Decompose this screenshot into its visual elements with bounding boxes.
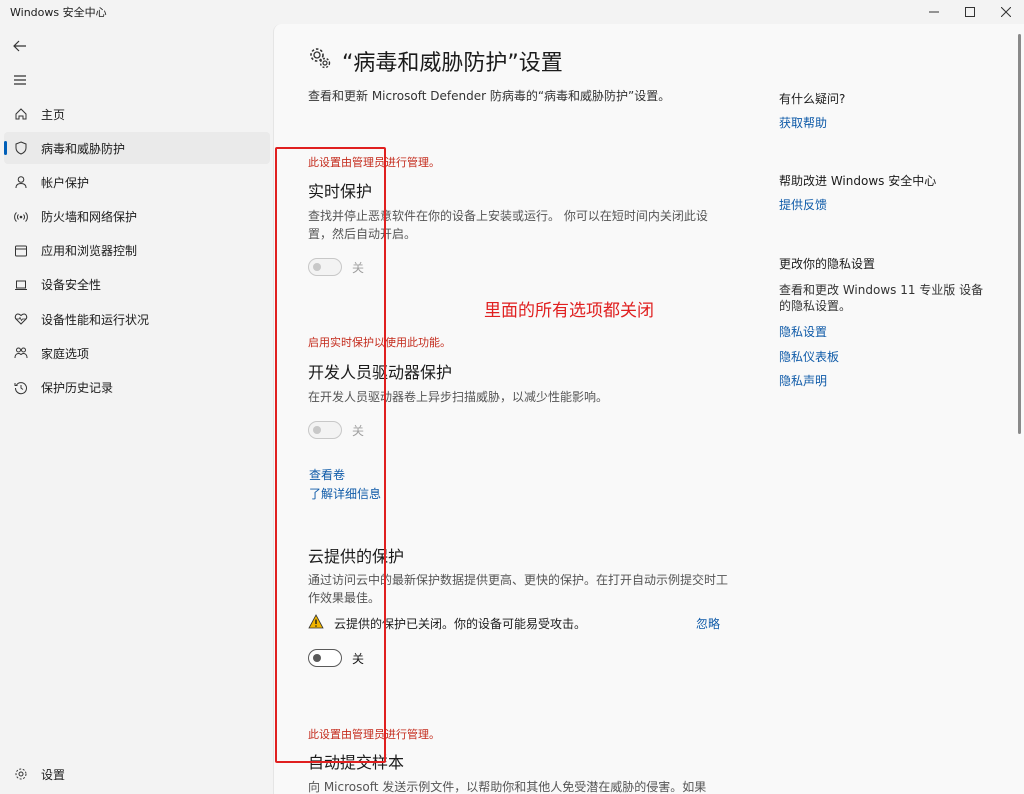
sidebar-item-account[interactable]: 帐户保护 bbox=[4, 166, 270, 198]
family-icon bbox=[13, 345, 29, 361]
hamburger-icon[interactable] bbox=[8, 70, 32, 90]
wireless-icon bbox=[13, 209, 29, 225]
privacy-dashboard-link[interactable]: 隐私仪表板 bbox=[779, 348, 839, 365]
privacy-heading: 更改你的隐私设置 bbox=[779, 257, 876, 271]
close-icon[interactable] bbox=[988, 0, 1024, 24]
sidebar-item-home[interactable]: 主页 bbox=[4, 98, 270, 130]
privacy-settings-link[interactable]: 隐私设置 bbox=[779, 323, 827, 340]
sidebar-item-history[interactable]: 保护历史记录 bbox=[4, 372, 270, 404]
sidebar-item-app-browser[interactable]: 应用和浏览器控制 bbox=[4, 235, 270, 267]
person-icon bbox=[13, 174, 29, 190]
sidebar-item-settings[interactable]: 设置 bbox=[4, 758, 65, 790]
sidebar-item-label: 防火墙和网络保护 bbox=[41, 210, 138, 225]
sidebar-item-label: 病毒和威胁防护 bbox=[41, 141, 126, 156]
sidebar-item-label: 家庭选项 bbox=[41, 346, 90, 361]
sidebar-item-virus-protection[interactable]: 病毒和威胁防护 bbox=[4, 132, 270, 165]
window-title: Windows 安全中心 bbox=[10, 6, 107, 19]
home-icon bbox=[13, 106, 29, 122]
annotation-highlight-box bbox=[275, 147, 386, 763]
page-title: “病毒和威胁防护”设置 bbox=[308, 45, 563, 77]
sidebar-item-label: 主页 bbox=[41, 107, 66, 122]
sidebar-item-label: 设备安全性 bbox=[41, 278, 102, 293]
gear-icon bbox=[13, 766, 29, 782]
main-panel: “病毒和威胁防护”设置 查看和更新 Microsoft Defender 防病毒… bbox=[273, 24, 1024, 794]
sidebar-item-device-security[interactable]: 设备安全性 bbox=[4, 269, 270, 301]
annotation-text: 里面的所有选项都关闭 bbox=[484, 301, 654, 321]
sample-description: 向 Microsoft 发送示例文件，以帮助你和其他人免受潜在威胁的侵害。如果 bbox=[308, 780, 707, 794]
sidebar-item-label: 保护历史记录 bbox=[41, 381, 114, 395]
title-bar: Windows 安全中心 bbox=[0, 0, 1024, 24]
minimize-icon[interactable] bbox=[916, 0, 952, 24]
settings-gears-icon bbox=[308, 46, 332, 76]
laptop-icon bbox=[13, 277, 29, 293]
sidebar-item-label: 应用和浏览器控制 bbox=[41, 244, 138, 259]
sidebar-item-family[interactable]: 家庭选项 bbox=[4, 337, 270, 369]
get-help-link[interactable]: 获取帮助 bbox=[779, 114, 827, 131]
dismiss-link[interactable]: 忽略 bbox=[696, 615, 720, 632]
arrow-left-icon[interactable] bbox=[8, 36, 32, 56]
sidebar-item-firewall[interactable]: 防火墙和网络保护 bbox=[4, 201, 270, 233]
browser-window-icon bbox=[13, 243, 29, 259]
maximize-icon[interactable] bbox=[952, 0, 988, 24]
nav-list: 主页 病毒和威胁防护 帐户保护 防火墙和网络保护 应用和浏览器控制 设备安全性 … bbox=[4, 98, 270, 406]
privacy-statement-link[interactable]: 隐私声明 bbox=[779, 372, 827, 389]
sidebar-item-label: 帐户保护 bbox=[41, 175, 90, 190]
page-title-text: “病毒和威胁防护”设置 bbox=[342, 51, 563, 76]
improve-heading: 帮助改进 Windows 安全中心 bbox=[779, 174, 937, 188]
shield-icon bbox=[13, 140, 29, 156]
heart-pulse-icon bbox=[13, 311, 29, 327]
sidebar-item-device-health[interactable]: 设备性能和运行状况 bbox=[4, 303, 270, 335]
settings-label: 设置 bbox=[41, 767, 66, 782]
sidebar: 主页 病毒和威胁防护 帐户保护 防火墙和网络保护 应用和浏览器控制 设备安全性 … bbox=[0, 24, 272, 794]
window-controls bbox=[916, 0, 1024, 24]
page-description: 查看和更新 Microsoft Defender 防病毒的“病毒和威胁防护”设置… bbox=[308, 89, 671, 103]
scrollbar[interactable] bbox=[1018, 34, 1021, 434]
sidebar-item-label: 设备性能和运行状况 bbox=[41, 312, 150, 327]
feedback-link[interactable]: 提供反馈 bbox=[779, 196, 827, 213]
history-icon bbox=[13, 380, 29, 396]
privacy-text: 查看和更改 Windows 11 专业版 设备的隐私设置。 bbox=[779, 283, 984, 313]
help-heading: 有什么疑问? bbox=[779, 92, 846, 106]
